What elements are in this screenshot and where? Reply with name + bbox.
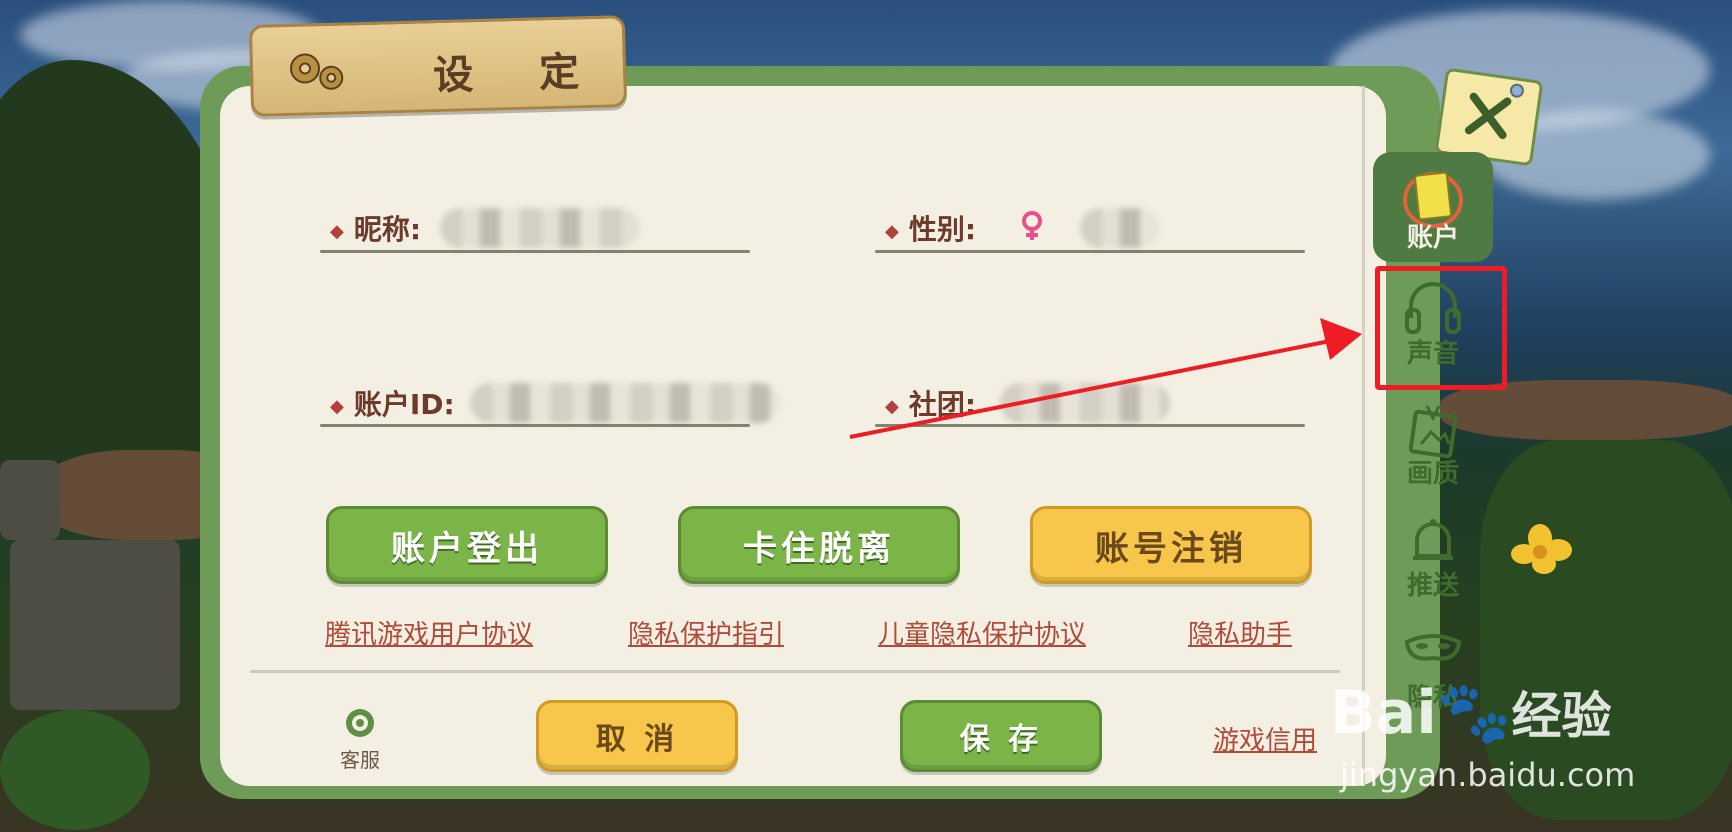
paw-logo-icon: 🐾 [1436,678,1512,748]
baidu-watermark: Bai🐾经验 [1330,678,1612,748]
watermark-url: jingyan.baidu.com [1340,756,1636,794]
